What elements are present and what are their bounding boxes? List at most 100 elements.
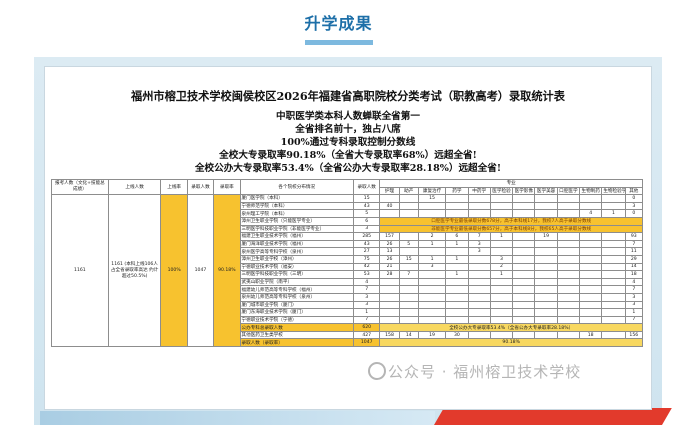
school-name: 泉州医学高等专科学校（泉州） bbox=[239, 247, 355, 256]
school-name: 厦门城市职业学院（厦门） bbox=[239, 300, 355, 310]
major-count-cell bbox=[489, 292, 514, 302]
school-name: 宁德师范学院（本科） bbox=[239, 201, 355, 211]
major-count-cell bbox=[512, 285, 536, 294]
school-name: 漳州卫生职业学校（漳州） bbox=[239, 254, 355, 264]
major-count-cell bbox=[445, 194, 469, 203]
major-count-cell bbox=[601, 330, 626, 340]
school-name: 三明医学科技职业学院（非能医学专业） bbox=[239, 224, 355, 234]
header-major-item: 康复治疗 bbox=[417, 186, 447, 196]
school-name: 福建卫生职业技术学院（福州） bbox=[239, 232, 355, 241]
major-count-cell bbox=[467, 300, 491, 310]
school-total: 7 bbox=[353, 285, 381, 294]
major-count-cell bbox=[534, 285, 558, 294]
major-count-cell: 1 bbox=[445, 239, 469, 249]
school-total: 53 bbox=[353, 270, 381, 279]
major-count-cell: 1 bbox=[445, 254, 469, 264]
major-count-cell: 3 bbox=[624, 292, 644, 302]
major-count-cell bbox=[579, 285, 603, 294]
major-count-cell: 3 bbox=[467, 247, 491, 256]
major-count-cell bbox=[556, 300, 581, 310]
major-count-cell bbox=[445, 247, 469, 256]
major-count-cell bbox=[556, 201, 581, 211]
major-count-cell bbox=[512, 292, 536, 302]
school-total: 43 bbox=[353, 201, 381, 211]
major-count-cell bbox=[489, 277, 514, 287]
major-count-cell bbox=[417, 292, 447, 302]
major-count-cell bbox=[489, 315, 514, 325]
major-count-cell: 4 bbox=[579, 209, 603, 218]
major-count-cell: 3 bbox=[624, 201, 644, 211]
major-count-cell bbox=[379, 300, 400, 310]
major-count-cell bbox=[467, 254, 491, 264]
major-count-cell: 18 bbox=[579, 330, 603, 340]
summary-online: 1161 (本科上线106人 占全省录取率高达 约计超过50.5%) bbox=[107, 194, 162, 348]
highlight-line: 全省排名前十，独占八席 bbox=[295, 124, 401, 135]
major-count-cell bbox=[556, 292, 581, 302]
major-count-cell bbox=[534, 300, 558, 310]
major-count-cell bbox=[445, 285, 469, 294]
highlight-line: 100%通过专科录取控制分数线 bbox=[280, 137, 416, 148]
major-count-cell: 7 bbox=[467, 232, 491, 241]
major-count-cell bbox=[601, 277, 626, 287]
major-count-cell bbox=[512, 209, 536, 218]
major-count-cell bbox=[512, 239, 536, 249]
header-major-item: 助产 bbox=[398, 186, 419, 196]
school-total: 6 bbox=[353, 216, 381, 226]
public-total-value: 620 bbox=[353, 323, 381, 332]
major-count-cell: 7 bbox=[624, 315, 644, 325]
header-major-item: 中药学 bbox=[467, 186, 491, 196]
major-count-cell bbox=[379, 315, 400, 325]
major-count-cell bbox=[398, 262, 419, 272]
header-major-item: 生物检验学 bbox=[601, 186, 626, 196]
public-total-label: 公办专科总录取人数 bbox=[239, 323, 355, 332]
major-count-cell: 1 bbox=[624, 308, 644, 317]
major-count-cell: 7 bbox=[624, 239, 644, 249]
major-count-cell bbox=[489, 300, 514, 310]
school-total: 285 bbox=[353, 232, 381, 241]
major-count-cell bbox=[445, 292, 469, 302]
major-count-cell bbox=[417, 209, 447, 218]
grand-total-rate: 90.18% bbox=[379, 338, 643, 348]
major-count-cell bbox=[445, 300, 469, 310]
major-count-cell bbox=[534, 194, 558, 203]
major-count-cell bbox=[445, 315, 469, 325]
school-name: 武夷山职业学院（南平） bbox=[239, 277, 355, 287]
major-count-cell bbox=[398, 315, 419, 325]
major-count-cell bbox=[601, 285, 626, 294]
summary-admit-rate: 90.18% bbox=[213, 194, 241, 348]
header-online: 上线人数 bbox=[107, 178, 162, 196]
major-count-cell bbox=[534, 330, 558, 340]
major-count-cell bbox=[398, 232, 419, 241]
highlights-block: 中职医学类本科人数蝉联全省第一 全省排名前十，独占八席 100%通过专科录取控制… bbox=[44, 110, 652, 175]
major-count-cell bbox=[489, 194, 514, 203]
major-count-cell bbox=[534, 270, 558, 279]
major-count-cell bbox=[534, 209, 558, 218]
grand-total-value: 1047 bbox=[353, 338, 381, 348]
school-name: 泉州幼儿师范高等专科学校（泉州） bbox=[239, 292, 355, 302]
major-count-cell bbox=[467, 277, 491, 287]
major-count-cell: 7 bbox=[398, 270, 419, 279]
private-label: 其他医药卫生类学校 bbox=[239, 330, 355, 340]
major-count-cell bbox=[579, 300, 603, 310]
major-count-cell bbox=[556, 209, 581, 218]
major-count-cell bbox=[512, 315, 536, 325]
major-count-cell: 26 bbox=[379, 239, 400, 249]
major-count-cell bbox=[417, 270, 447, 279]
major-count-cell: 1 bbox=[489, 232, 514, 241]
section-title: 升学成果 bbox=[304, 14, 373, 33]
major-count-cell: 0 bbox=[624, 209, 644, 218]
school-total: 42 bbox=[353, 262, 381, 272]
header-applicants: 报考人数（文化+技能总成绩） bbox=[51, 178, 109, 196]
major-count-cell bbox=[579, 292, 603, 302]
major-count-cell bbox=[579, 201, 603, 211]
major-count-cell: 6 bbox=[445, 232, 469, 241]
title-underline bbox=[305, 40, 373, 45]
major-count-cell bbox=[556, 254, 581, 264]
major-count-cell bbox=[417, 308, 447, 317]
major-count-cell: 21 bbox=[379, 262, 400, 272]
major-count-cell bbox=[467, 194, 491, 203]
major-count-cell: 157 bbox=[379, 232, 400, 241]
major-count-cell bbox=[512, 330, 536, 340]
major-count-cell bbox=[379, 277, 400, 287]
watermark-icon bbox=[368, 362, 386, 380]
